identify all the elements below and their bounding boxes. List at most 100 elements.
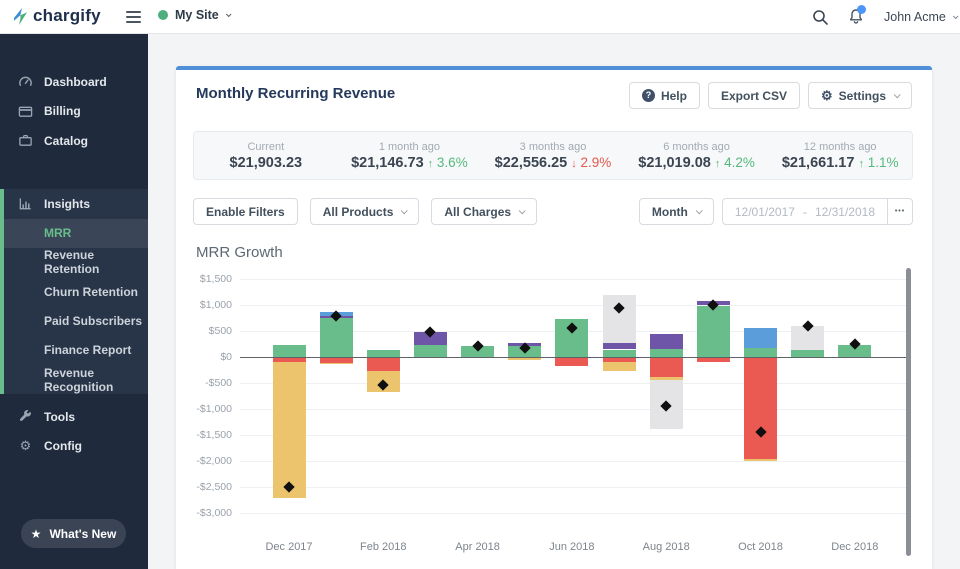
bar-segment-new-business[interactable] xyxy=(414,345,447,357)
bar-segment-churn[interactable] xyxy=(367,357,400,371)
mrr-stats-bar: Current $21,903.23 1 month ago $21,146.7… xyxy=(193,131,913,180)
sidebar-item-billing[interactable]: Billing xyxy=(0,97,148,127)
x-tick-label: Oct 2018 xyxy=(721,541,801,553)
bar-segment-new-business[interactable] xyxy=(320,318,353,357)
sidebar-item-catalog[interactable]: Catalog xyxy=(0,126,148,156)
interval-dropdown[interactable]: Month xyxy=(639,198,714,225)
gridline xyxy=(240,305,906,306)
sidebar-item-dashboard[interactable]: Dashboard xyxy=(0,67,148,97)
x-tick-label: Feb 2018 xyxy=(343,541,423,553)
bar-segment-reactivation[interactable] xyxy=(744,328,777,347)
sidebar-item-finance-report[interactable]: Finance Report xyxy=(4,336,148,365)
chevron-down-icon xyxy=(953,13,959,19)
settings-button[interactable]: ⚙ Settings xyxy=(808,82,912,109)
stat-value: $21,019.08↑ 4.2% xyxy=(638,155,755,171)
bar-chart-icon xyxy=(18,196,33,211)
notification-badge xyxy=(857,5,866,14)
bar-segment-new-business[interactable] xyxy=(744,348,777,357)
sidebar-insights-group: Insights MRR Revenue Retention Churn Ret… xyxy=(0,189,148,394)
date-range-input[interactable]: 12/01/2017 - 12/31/2018 xyxy=(723,199,887,224)
gridline xyxy=(240,513,906,514)
logo-wordmark: chargify xyxy=(33,6,101,26)
up-arrow-icon: ↑ xyxy=(428,158,434,170)
bar-segment-new-business[interactable] xyxy=(791,350,824,357)
notifications-bell-icon[interactable] xyxy=(848,8,864,30)
gauge-icon xyxy=(18,74,33,89)
stat-current: Current $21,903.23 xyxy=(194,132,338,179)
bar-segment-churn[interactable] xyxy=(555,357,588,366)
y-tick-label: -$2,500 xyxy=(160,481,232,493)
bar-segment-downgrades[interactable] xyxy=(320,363,353,364)
date-more-button[interactable]: ••• xyxy=(887,199,912,224)
bar-segment-downgrades[interactable] xyxy=(744,459,777,461)
sidebar-item-mrr[interactable]: MRR xyxy=(4,219,148,248)
x-tick-label: Jun 2018 xyxy=(532,541,612,553)
site-status-dot xyxy=(158,10,168,20)
y-tick-label: $500 xyxy=(160,325,232,337)
chargify-logo[interactable]: chargify xyxy=(13,6,101,26)
hamburger-menu-icon[interactable] xyxy=(126,11,141,23)
help-button[interactable]: ? Help xyxy=(629,82,700,109)
bar-segment-downgrades[interactable] xyxy=(508,358,541,360)
sidebar-item-revenue-retention[interactable]: Revenue Retention xyxy=(4,248,148,277)
y-tick-label: $1,000 xyxy=(160,299,232,311)
y-tick-label: -$1,500 xyxy=(160,429,232,441)
star-icon: ★ xyxy=(31,527,42,541)
bar-segment-downgrades[interactable] xyxy=(603,362,636,371)
gridline xyxy=(240,279,906,280)
top-bar: chargify My Site John Acme xyxy=(0,0,960,34)
site-selector[interactable]: My Site xyxy=(158,8,230,22)
enable-filters-button[interactable]: Enable Filters xyxy=(193,198,298,225)
stat-value: $22,556.25↓ 2.9% xyxy=(495,155,612,171)
up-arrow-icon: ↑ xyxy=(858,158,864,170)
whats-new-button[interactable]: ★ What's New xyxy=(21,519,126,548)
bar-segment-new-business[interactable] xyxy=(650,349,683,357)
stat-value: $21,146.73↑ 3.6% xyxy=(351,155,468,171)
page-title: Monthly Recurring Revenue xyxy=(196,85,395,102)
y-tick-label: -$2,000 xyxy=(160,455,232,467)
bar-segment-churn[interactable] xyxy=(650,357,683,377)
stat-value: $21,903.23 xyxy=(230,155,303,171)
x-tick-label: Aug 2018 xyxy=(626,541,706,553)
gridline xyxy=(240,461,906,462)
bar-segment-new-business[interactable] xyxy=(273,345,306,357)
site-name: My Site xyxy=(175,8,219,22)
bar-segment-upgrades[interactable] xyxy=(650,334,683,350)
sidebar-item-insights[interactable]: Insights xyxy=(4,189,148,219)
ellipsis-icon: ••• xyxy=(895,208,905,215)
x-tick-label: Dec 2017 xyxy=(249,541,329,553)
chargify-logo-icon xyxy=(13,7,28,26)
search-icon[interactable] xyxy=(812,9,829,31)
chevron-down-icon xyxy=(894,91,901,98)
sidebar-item-paid-subscribers[interactable]: Paid Subscribers xyxy=(4,306,148,335)
x-tick-label: Dec 2018 xyxy=(815,541,895,553)
sidebar-item-churn-retention[interactable]: Churn Retention xyxy=(4,277,148,306)
y-tick-label: -$3,000 xyxy=(160,507,232,519)
y-tick-label: $1,500 xyxy=(160,273,232,285)
sidebar-item-tools[interactable]: Tools xyxy=(0,402,148,432)
sidebar-item-config[interactable]: ⚙ Config xyxy=(0,432,148,462)
y-tick-label: -$500 xyxy=(160,377,232,389)
bar-segment-upgrades[interactable] xyxy=(603,343,636,349)
stat-12-months-ago: 12 months ago $21,661.17↑ 1.1% xyxy=(768,132,912,179)
user-menu[interactable]: John Acme xyxy=(884,10,957,24)
question-mark-icon: ? xyxy=(642,89,655,102)
gridline xyxy=(240,435,906,436)
charges-dropdown[interactable]: All Charges xyxy=(431,198,537,225)
vertical-scrollbar[interactable] xyxy=(906,268,911,556)
chevron-down-icon xyxy=(401,207,408,214)
export-csv-button[interactable]: Export CSV xyxy=(708,82,800,109)
x-tick-label: Apr 2018 xyxy=(438,541,518,553)
wrench-icon xyxy=(18,409,33,424)
chart-title: MRR Growth xyxy=(196,244,283,261)
bar-segment-churn[interactable] xyxy=(744,357,777,459)
bar-segment-new-business[interactable] xyxy=(367,350,400,357)
chevron-down-icon xyxy=(519,207,526,214)
bar-segment-new-business[interactable] xyxy=(697,306,730,358)
bar-segment-downgrades[interactable] xyxy=(273,362,306,498)
sidebar-item-revenue-recognition[interactable]: Revenue Recognition xyxy=(4,365,148,394)
gear-icon: ⚙ xyxy=(18,438,33,454)
products-dropdown[interactable]: All Products xyxy=(310,198,420,225)
gridline xyxy=(240,487,906,488)
bar-segment-new-business[interactable] xyxy=(603,350,636,358)
